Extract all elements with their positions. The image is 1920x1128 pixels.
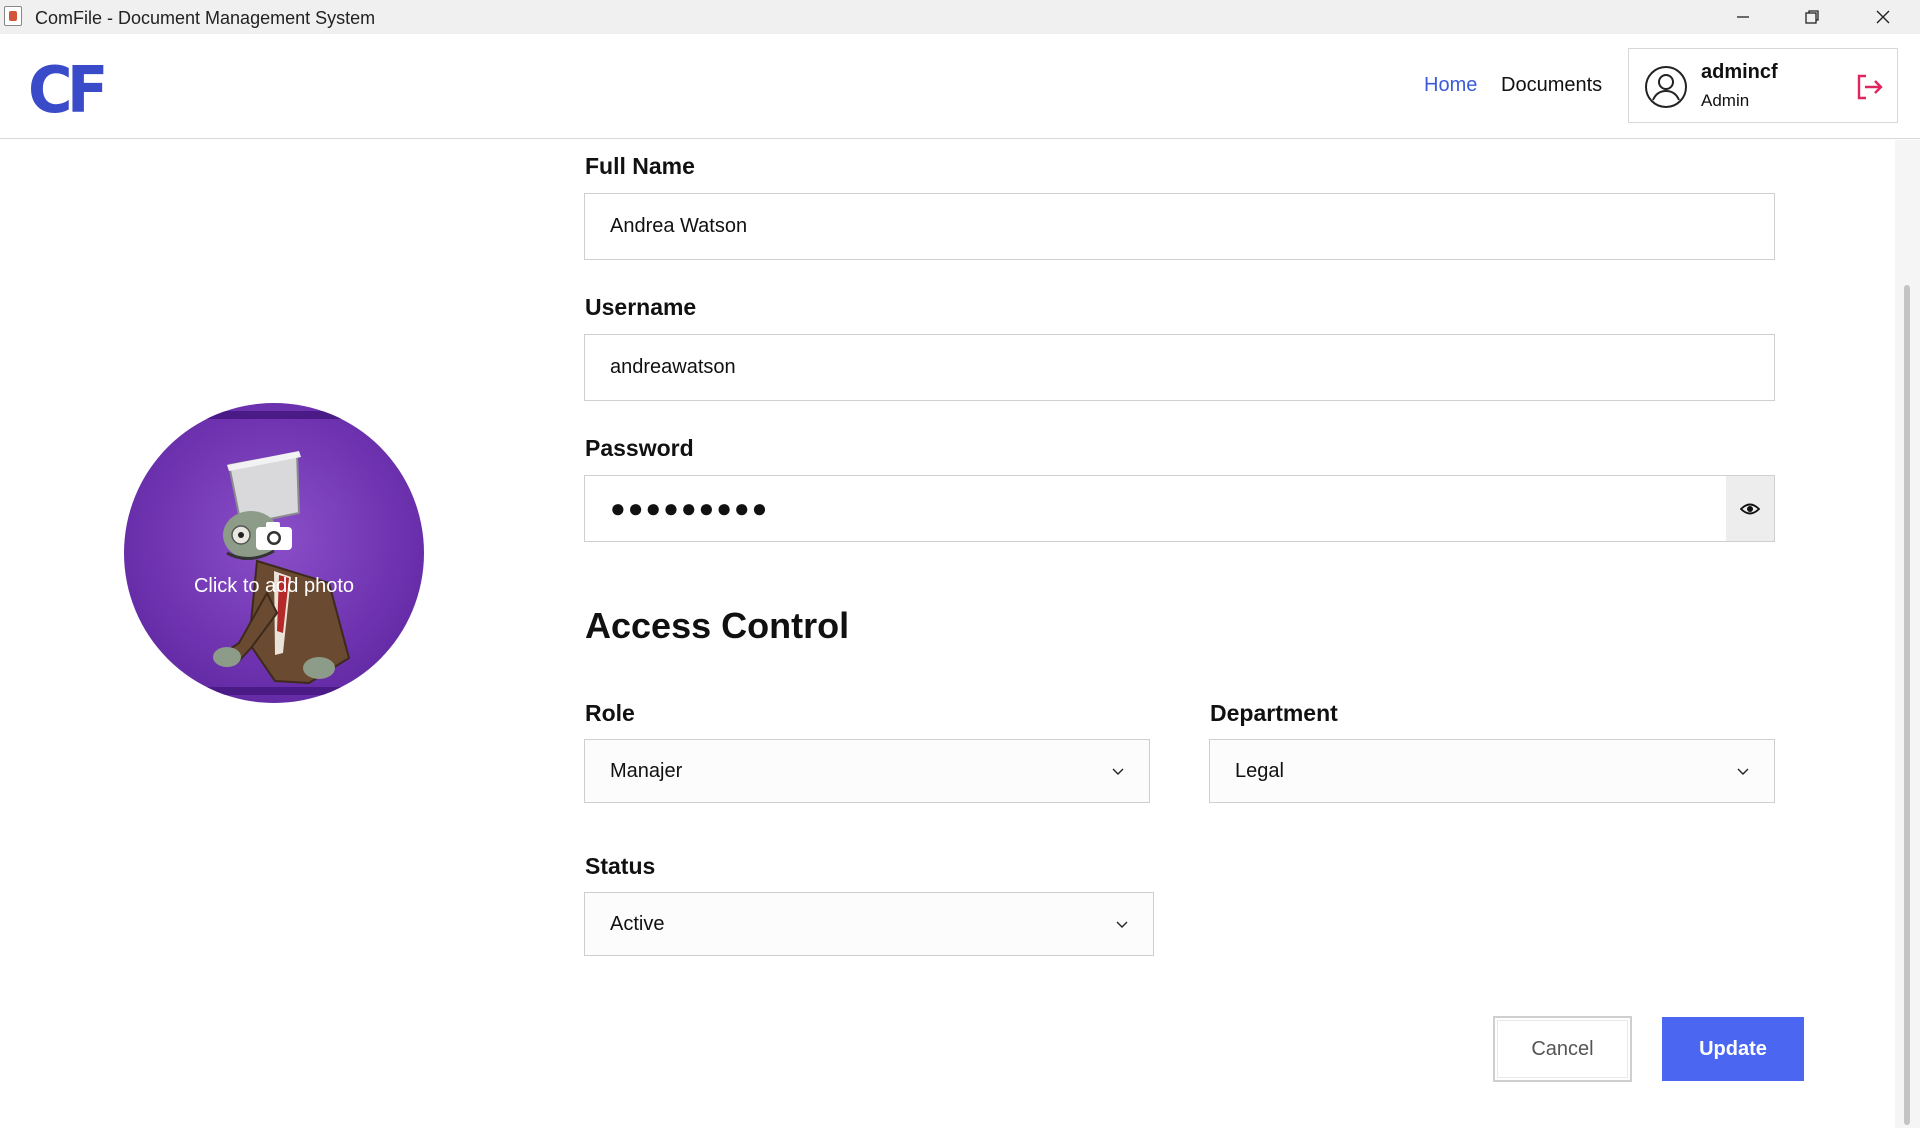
department-label: Department: [1210, 700, 1338, 726]
chevron-down-icon: [1737, 768, 1749, 775]
close-icon: [1876, 10, 1890, 24]
window-title: ComFile - Document Management System: [35, 8, 376, 28]
user-name: admincf: [1701, 61, 1778, 83]
restore-button[interactable]: [1777, 0, 1847, 34]
username-label: Username: [585, 294, 697, 320]
user-panel: admincf Admin: [1628, 48, 1898, 123]
full-name-input[interactable]: [584, 193, 1775, 260]
department-select-value: Legal: [1235, 760, 1284, 782]
logout-icon[interactable]: [1853, 71, 1885, 103]
eye-icon: [1740, 503, 1760, 514]
status-label: Status: [585, 853, 656, 879]
scrollbar-thumb[interactable]: [1904, 285, 1910, 1125]
role-label: Role: [585, 700, 635, 726]
window-titlebar: ComFile - Document Management System: [0, 0, 1920, 34]
role-select-value: Manajer: [610, 760, 683, 782]
username-input[interactable]: [584, 334, 1775, 401]
minimize-icon: [1737, 16, 1749, 18]
role-select[interactable]: Manajer: [584, 739, 1150, 803]
user-circle-icon[interactable]: [1644, 65, 1688, 109]
show-password-button[interactable]: [1726, 476, 1774, 541]
status-select[interactable]: Active: [584, 892, 1154, 956]
zombie-avatar-image: [213, 451, 351, 685]
minimize-button[interactable]: [1708, 0, 1778, 34]
add-photo-label: Click to add photo: [193, 575, 355, 597]
user-role: Admin: [1701, 91, 1750, 110]
access-control-heading: Access Control: [585, 605, 850, 646]
camera-icon: [256, 522, 292, 550]
chevron-down-icon: [1116, 921, 1128, 928]
chevron-down-icon: [1112, 768, 1124, 775]
full-name-label: Full Name: [585, 153, 695, 179]
cancel-button[interactable]: Cancel: [1493, 1016, 1632, 1082]
password-input[interactable]: [584, 475, 1775, 542]
photo-background-band: [124, 411, 424, 419]
java-app-icon: [4, 6, 22, 26]
status-select-value: Active: [610, 913, 665, 935]
app-header: CF Home Documents admincf Admin: [0, 34, 1920, 139]
close-button[interactable]: [1848, 0, 1918, 34]
nav-documents-link[interactable]: Documents: [1501, 74, 1602, 97]
app-logo[interactable]: CF: [28, 54, 108, 128]
department-select[interactable]: Legal: [1209, 739, 1775, 803]
vertical-scrollbar[interactable]: [1895, 140, 1920, 1128]
nav-home-link[interactable]: Home: [1424, 74, 1477, 97]
restore-icon: [1805, 10, 1819, 24]
password-label: Password: [585, 435, 694, 461]
update-button[interactable]: Update: [1662, 1017, 1804, 1081]
profile-photo-upload[interactable]: Click to add photo: [124, 403, 424, 703]
